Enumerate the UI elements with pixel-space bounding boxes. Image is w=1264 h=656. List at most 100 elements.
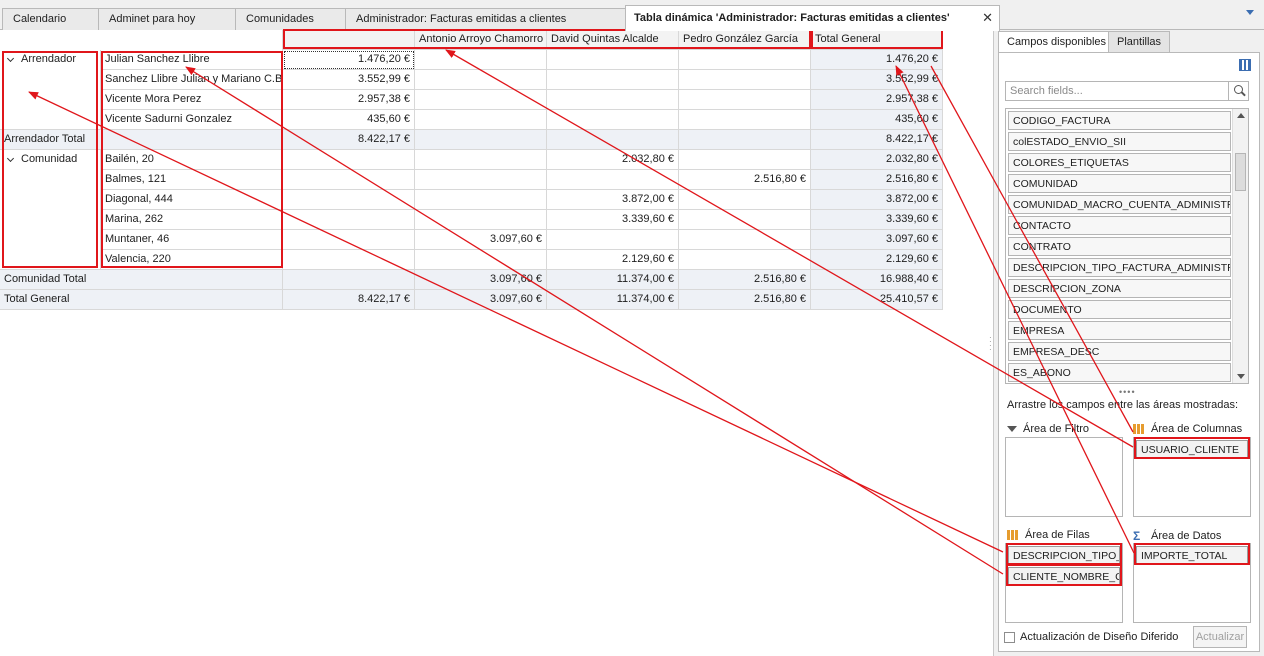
subtotal-cell[interactable]: 11.374,00 € (547, 270, 679, 290)
data-cell[interactable]: 2.032,80 € (547, 150, 679, 170)
row-field-chip[interactable]: DESCRIPCION_TIPO_CLIENTE (1008, 546, 1120, 565)
data-cell[interactable] (283, 230, 415, 250)
tab-calendario[interactable]: Calendario (2, 8, 99, 30)
data-cell[interactable]: 1.476,20 € (283, 50, 415, 70)
data-cell[interactable]: 2.129,60 € (547, 250, 679, 270)
data-cell[interactable] (415, 90, 547, 110)
grand-total-header[interactable]: Total General (0, 290, 283, 310)
subtotal-cell[interactable] (547, 130, 679, 150)
list-item[interactable]: COLORES_ETIQUETAS (1008, 153, 1231, 172)
column-header[interactable]: Antonio Arroyo Chamorro (415, 30, 547, 50)
subtotal-cell[interactable]: 8.422,17 € (283, 130, 415, 150)
row-header[interactable]: Vicente Sadurni Gonzalez (101, 110, 283, 130)
pivot-grid[interactable]: Antonio Arroyo Chamorro David Quintas Al… (0, 29, 985, 656)
vertical-scrollbar[interactable] (1232, 109, 1248, 383)
list-item[interactable]: COMUNIDAD (1008, 174, 1231, 193)
subtotal-header[interactable]: Comunidad Total (0, 270, 283, 290)
data-cell[interactable] (415, 190, 547, 210)
close-icon[interactable]: ✕ (982, 10, 993, 26)
data-cell[interactable] (415, 150, 547, 170)
grand-total-cell[interactable]: 8.422,17 € (283, 290, 415, 310)
total-cell[interactable]: 2.957,38 € (811, 90, 943, 110)
scroll-up-icon[interactable] (1237, 113, 1245, 118)
scroll-down-icon[interactable] (1237, 374, 1245, 379)
data-cell[interactable] (679, 90, 811, 110)
column-header[interactable] (283, 30, 415, 50)
data-cell[interactable] (679, 50, 811, 70)
data-cell[interactable] (283, 150, 415, 170)
row-header[interactable]: Balmes, 121 (101, 170, 283, 190)
data-cell[interactable] (547, 230, 679, 250)
list-item[interactable]: CONTACTO (1008, 216, 1231, 235)
data-area[interactable]: IMPORTE_TOTAL (1133, 543, 1251, 623)
list-item[interactable]: EMPRESA_DESC (1008, 342, 1231, 361)
data-cell[interactable]: 435,60 € (283, 110, 415, 130)
row-header[interactable]: Bailén, 20 (101, 150, 283, 170)
row-header[interactable]: Valencia, 220 (101, 250, 283, 270)
list-item[interactable]: colESTADO_ENVIO_SII (1008, 132, 1231, 151)
total-cell[interactable]: 435,60 € (811, 110, 943, 130)
data-cell[interactable] (547, 90, 679, 110)
data-cell[interactable] (547, 110, 679, 130)
data-cell[interactable]: 3.552,99 € (283, 70, 415, 90)
row-header[interactable]: Muntaner, 46 (101, 230, 283, 250)
list-item[interactable]: EMPRESA (1008, 321, 1231, 340)
panel-splitter-grip-icon[interactable]: · · · · (989, 334, 992, 354)
subtotal-cell[interactable] (679, 130, 811, 150)
data-cell[interactable] (415, 50, 547, 70)
grand-total-cell[interactable]: 3.097,60 € (415, 290, 547, 310)
data-cell[interactable] (283, 190, 415, 210)
total-cell[interactable]: 2.129,60 € (811, 250, 943, 270)
data-cell[interactable] (415, 70, 547, 90)
subtotal-cell[interactable]: 3.097,60 € (415, 270, 547, 290)
tab-facturas-emitidas[interactable]: Administrador: Facturas emitidas a clien… (345, 8, 626, 30)
data-cell[interactable] (679, 250, 811, 270)
data-cell[interactable]: 3.097,60 € (415, 230, 547, 250)
rows-area[interactable]: DESCRIPCION_TIPO_CLIENTE CLIENTE_NOMBRE_… (1005, 543, 1123, 623)
data-cell[interactable] (679, 150, 811, 170)
column-header[interactable]: Pedro González García (679, 30, 811, 50)
layout-icon[interactable] (1239, 59, 1251, 71)
tab-plantillas[interactable]: Plantillas (1108, 31, 1170, 52)
list-item[interactable]: DESCRIPCION_ZONA (1008, 279, 1231, 298)
data-cell[interactable] (547, 50, 679, 70)
row-header[interactable]: Julian Sanchez Llibre (101, 50, 283, 70)
data-field-chip[interactable]: IMPORTE_TOTAL (1136, 546, 1248, 565)
data-cell[interactable] (679, 70, 811, 90)
data-cell[interactable] (283, 170, 415, 190)
total-cell[interactable]: 3.097,60 € (811, 230, 943, 250)
area-splitter-grip-icon[interactable]: •••• (1119, 387, 1139, 397)
row-header[interactable]: Marina, 262 (101, 210, 283, 230)
data-cell[interactable] (415, 170, 547, 190)
data-cell[interactable] (547, 70, 679, 90)
row-header[interactable]: Vicente Mora Perez (101, 90, 283, 110)
data-cell[interactable] (679, 210, 811, 230)
filter-area[interactable] (1005, 437, 1123, 517)
data-cell[interactable] (415, 210, 547, 230)
data-cell[interactable]: 3.339,60 € (547, 210, 679, 230)
list-item[interactable]: CODIGO_FACTURA (1008, 111, 1231, 130)
data-cell[interactable] (679, 190, 811, 210)
row-header[interactable]: Diagonal, 444 (101, 190, 283, 210)
subtotal-cell[interactable]: 8.422,17 € (811, 130, 943, 150)
search-input[interactable]: Search fields... (1005, 81, 1249, 101)
search-icon[interactable] (1228, 81, 1248, 101)
subtotal-header[interactable]: Arrendador Total (0, 130, 283, 150)
total-cell[interactable]: 3.552,99 € (811, 70, 943, 90)
subtotal-cell[interactable] (283, 270, 415, 290)
scroll-thumb[interactable] (1235, 153, 1246, 191)
total-cell[interactable]: 2.032,80 € (811, 150, 943, 170)
grand-total-cell[interactable]: 2.516,80 € (679, 290, 811, 310)
list-item[interactable]: CONTRATO (1008, 237, 1231, 256)
subtotal-cell[interactable]: 2.516,80 € (679, 270, 811, 290)
data-cell[interactable]: 2.957,38 € (283, 90, 415, 110)
tab-list-dropdown-icon[interactable] (1246, 10, 1254, 15)
list-item[interactable]: COMUNIDAD_MACRO_CUENTA_ADMINISTRACION (1008, 195, 1231, 214)
data-cell[interactable] (415, 250, 547, 270)
tab-comunidades[interactable]: Comunidades (235, 8, 346, 30)
total-cell[interactable]: 3.872,00 € (811, 190, 943, 210)
total-cell[interactable]: 1.476,20 € (811, 50, 943, 70)
defer-update-checkbox[interactable] (1004, 632, 1015, 643)
apply-button[interactable]: Actualizar (1193, 626, 1247, 648)
tab-campos-disponibles[interactable]: Campos disponibles (998, 31, 1109, 52)
